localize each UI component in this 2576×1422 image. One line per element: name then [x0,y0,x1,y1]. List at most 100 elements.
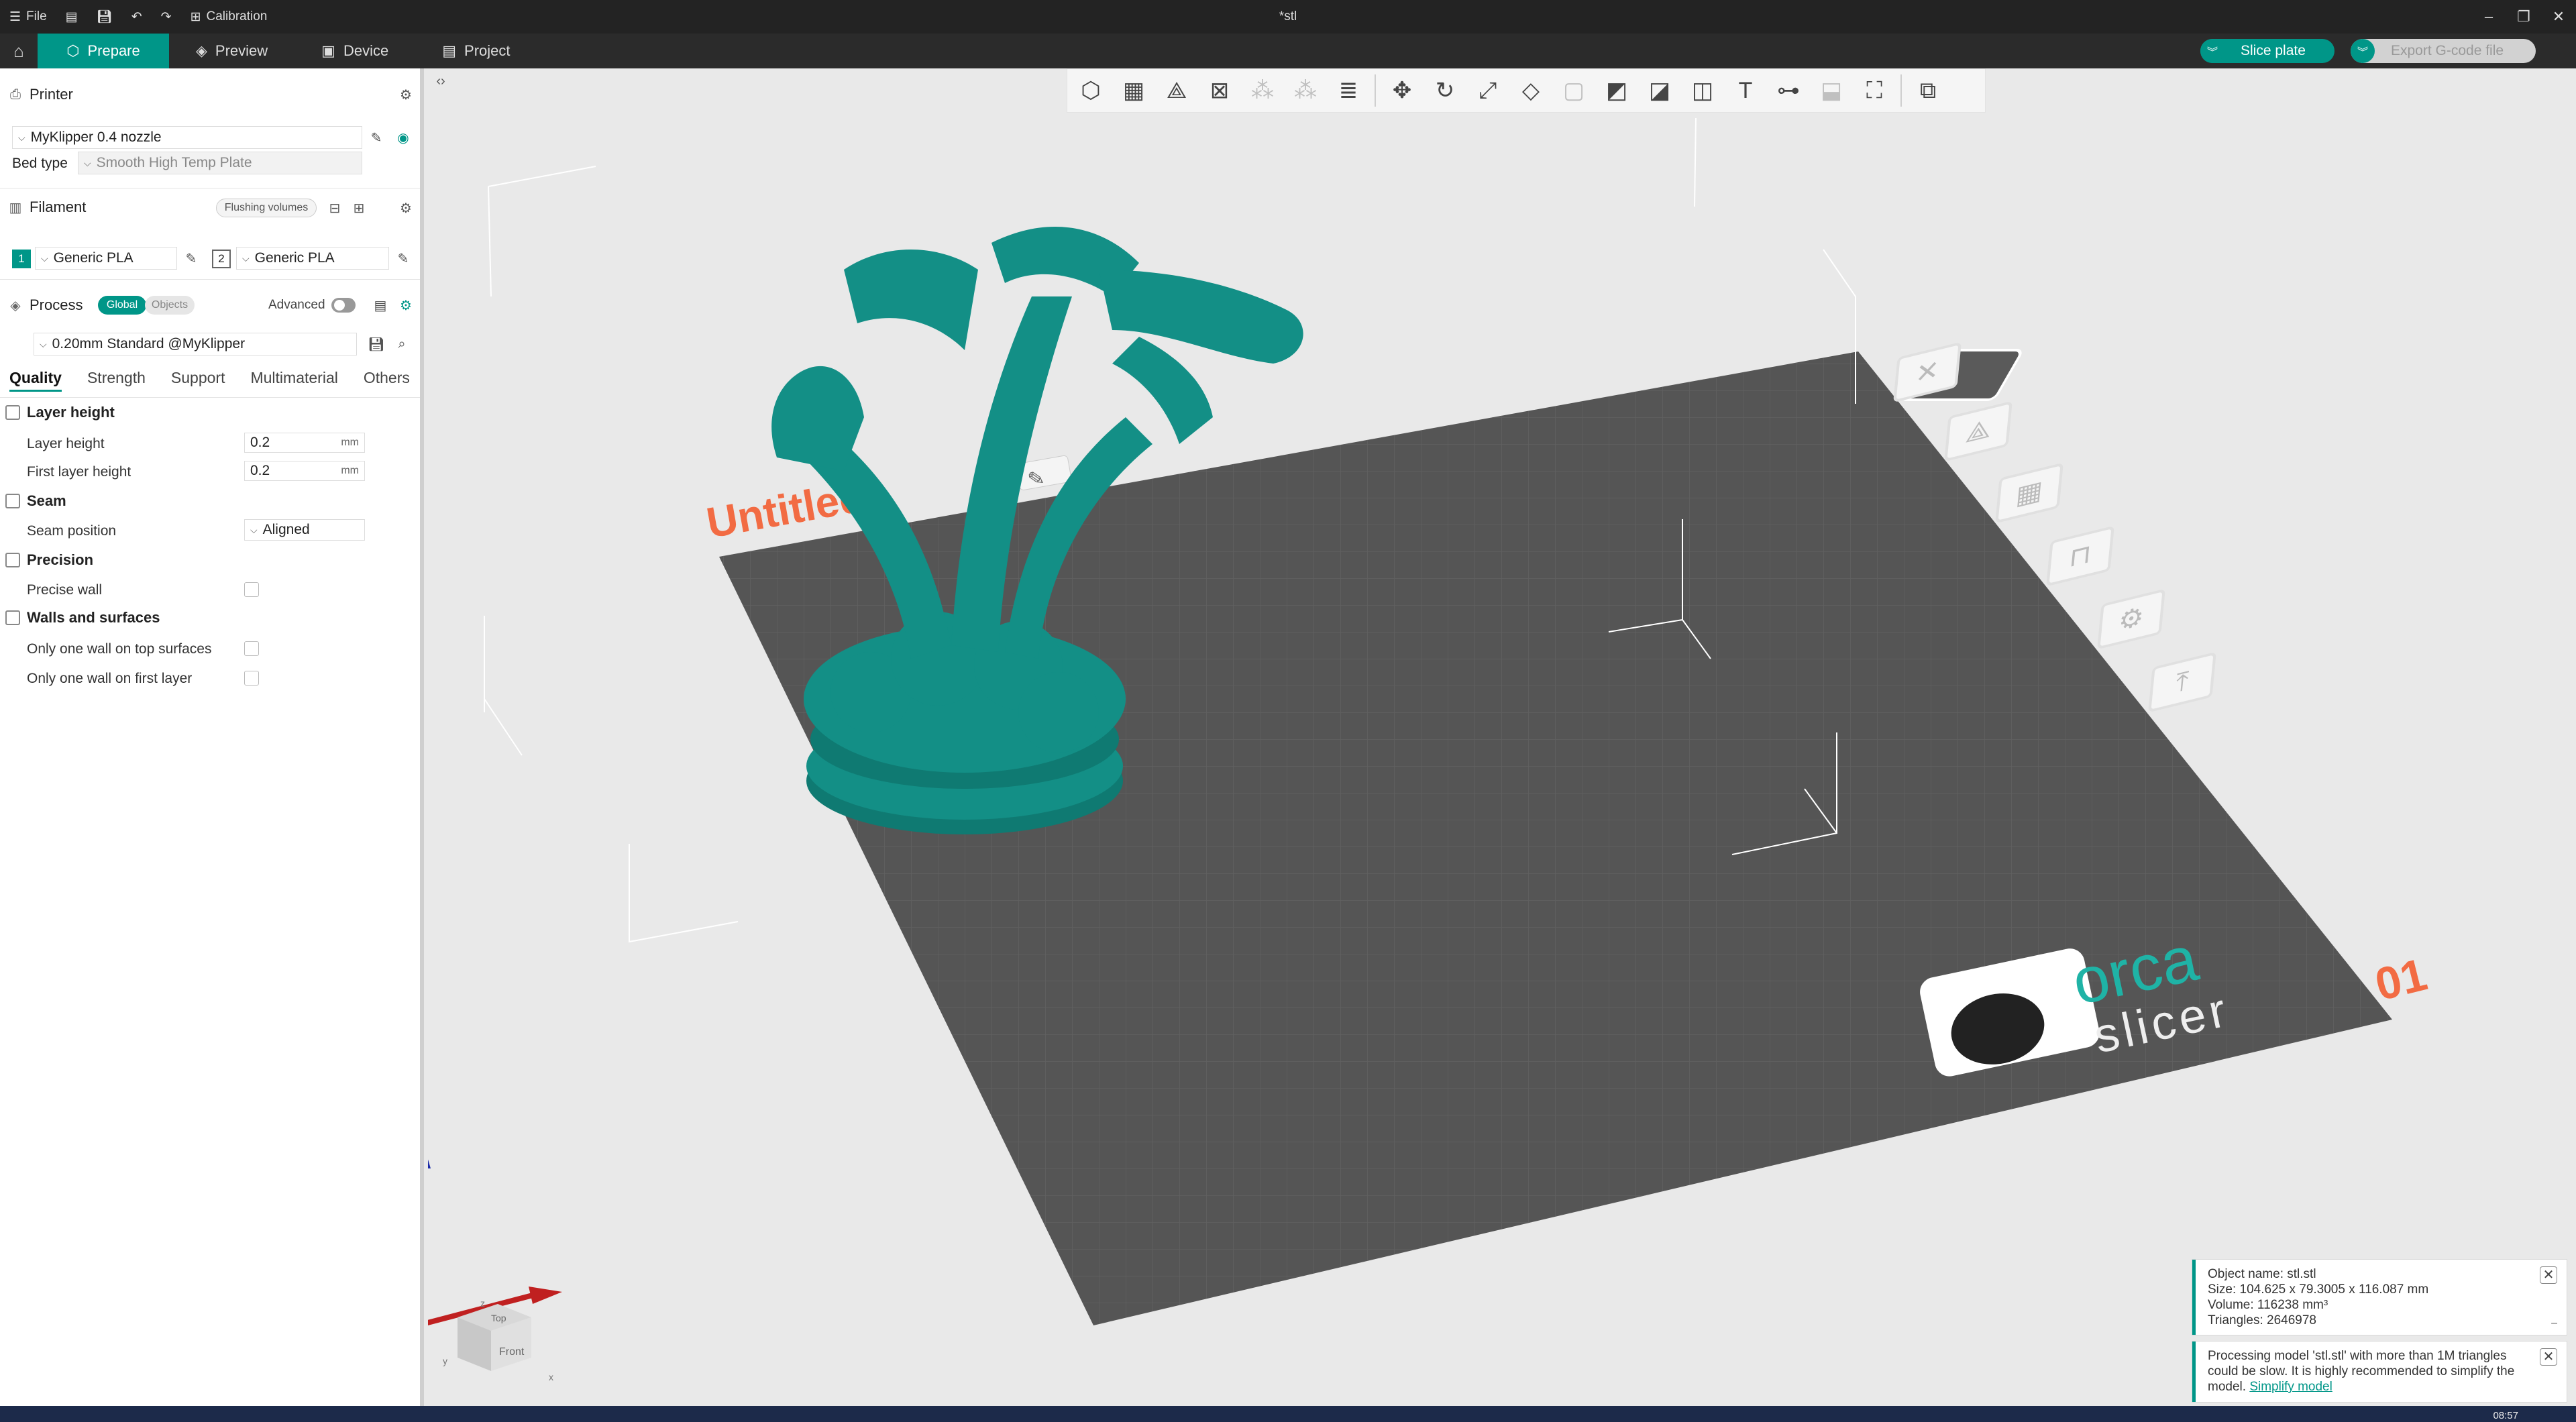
chevron-down-icon: ⌵ [250,524,258,535]
file-menu[interactable]: ☰ File [0,0,56,34]
tab-others[interactable]: Others [364,369,410,392]
restore-button[interactable]: ❐ [2506,0,2541,34]
tab-strength[interactable]: Strength [87,369,146,392]
filament-2-select[interactable]: ⌵ Generic PLA [236,247,389,270]
seam-position-select[interactable]: ⌵ Aligned [244,519,365,541]
export-dropdown-icon[interactable]: ︾ [2351,39,2375,63]
global-toggle[interactable]: Global [98,296,146,315]
export-gcode-button[interactable]: ︾ Export G-code file [2351,39,2536,63]
save-preset-icon[interactable]: 💾︎ [366,334,386,354]
text-icon[interactable]: T [1729,74,1762,107]
layers-editing-icon[interactable]: ≣ [1332,74,1365,107]
filament-1-select[interactable]: ⌵ Generic PLA [35,247,177,270]
axis-y-label: y [443,1356,447,1366]
objects-toggle[interactable]: Objects [145,296,195,315]
unit-label: mm [341,437,359,448]
assemble-view-icon[interactable]: ⧉ [1911,74,1945,107]
tab-project[interactable]: ▤ Project [415,34,537,68]
home-button[interactable]: ⌂ [0,34,38,68]
layer-height-input[interactable]: 0.2 mm [244,433,365,453]
slice-dropdown-icon[interactable]: ︾ [2200,39,2224,63]
filament-slot-1-badge[interactable]: 1 [12,250,31,268]
toggle-knob [334,300,345,311]
compare-icon[interactable]: ▤ [370,295,390,315]
notes-button[interactable]: ▤ [56,0,87,34]
add-filament-icon[interactable]: ⊞ [349,198,369,218]
menu-icon: ☰ [9,9,21,24]
close-window-button[interactable]: ✕ [2541,0,2576,34]
view-cube-front[interactable]: Front [499,1346,525,1358]
cut-icon[interactable]: ▢ [1557,74,1591,107]
undo-button[interactable]: ↶ [122,0,152,34]
window-title: *stl [1279,9,1297,23]
first-layer-height-input[interactable]: 0.2 mm [244,461,365,481]
view-cube-top[interactable]: Top [491,1313,506,1323]
assembly-icon[interactable]: ⬓ [1815,74,1848,107]
tab-device[interactable]: ▣ Device [294,34,415,68]
tab-multimaterial[interactable]: Multimaterial [250,369,337,392]
process-preset-select[interactable]: ⌵ 0.20mm Standard @MyKlipper [34,333,357,356]
printer-icon: ⎙ [10,87,21,102]
edit-filament-1-icon[interactable]: ✎ [181,248,201,268]
tab-prepare[interactable]: ⬡ Prepare [38,34,169,68]
close-notification-icon[interactable]: ✕ [2540,1266,2557,1284]
add-object-icon[interactable]: ⬡ [1074,74,1108,107]
flushing-volumes-button[interactable]: Flushing volumes [216,199,317,217]
tab-support[interactable]: Support [171,369,225,392]
calibration-menu[interactable]: ⊞ Calibration [181,0,277,34]
printer-select[interactable]: ⌵ MyKlipper 0.4 nozzle [12,126,362,149]
simplify-model-link[interactable]: Simplify model [2249,1380,2332,1394]
fuzzy-skin-icon[interactable]: ◫ [1686,74,1719,107]
measure-icon[interactable]: ⊶ [1772,74,1805,107]
minimize-button[interactable]: – [2471,0,2506,34]
support-paint-icon[interactable]: ◩ [1600,74,1633,107]
add-plate-icon[interactable]: ▦ [1117,74,1150,107]
search-icon[interactable]: ⌕ [392,334,412,354]
precision-icon [5,553,20,567]
redo-button[interactable]: ↷ [152,0,181,34]
scale-icon[interactable]: ⤢ [1471,74,1505,107]
chevron-down-icon: ⌵ [41,252,48,264]
calibration-label: Calibration [206,9,268,23]
lay-on-face-icon[interactable]: ◇ [1514,74,1548,107]
divider [0,279,420,280]
fit-view-icon[interactable]: ⛶ [1858,74,1891,107]
filament-settings-icon[interactable]: ⚙ [396,198,416,218]
group-walls-label: Walls and surfaces [27,609,160,626]
save-button[interactable]: 💾︎ [87,0,122,34]
one-wall-first-checkbox[interactable] [244,671,259,686]
edit-filament-2-icon[interactable]: ✎ [393,248,413,268]
arrange-icon[interactable]: ⊠ [1203,74,1236,107]
slice-plate-button[interactable]: ︾ Slice plate [2200,39,2334,63]
undo-icon: ↶ [131,9,142,24]
filament-slot-2-badge[interactable]: 2 [212,250,231,268]
rotate-icon[interactable]: ↻ [1428,74,1462,107]
split-objects-icon[interactable]: ⁂ [1246,74,1279,107]
cube-icon: ⬡ [66,42,80,59]
process-settings-icon[interactable]: ⚙ [396,295,416,315]
seam-paint-icon[interactable]: ◪ [1643,74,1676,107]
one-wall-top-checkbox[interactable] [244,641,259,656]
auto-orient-icon[interactable]: ⟁ [1160,74,1193,107]
printer-settings-icon[interactable]: ⚙ [396,85,416,105]
precise-wall-checkbox[interactable] [244,582,259,597]
object-size-line: Size: 104.625 x 79.3005 x 116.087 mm [2208,1282,2429,1297]
close-notification-icon[interactable]: ✕ [2540,1348,2557,1366]
chevron-down-icon: ⌵ [84,157,91,168]
seam-icon [5,494,20,508]
wifi-icon[interactable]: ◉ [393,127,413,148]
edit-printer-icon[interactable]: ✎ [366,127,386,148]
process-icon: ◈ [10,298,21,313]
chevron-down-icon: ⌵ [18,131,25,143]
remove-filament-icon[interactable]: ⊟ [325,198,345,218]
advanced-toggle[interactable] [331,298,356,313]
tab-preview[interactable]: ◈ Preview [169,34,294,68]
move-icon[interactable]: ✥ [1385,74,1419,107]
3d-viewport[interactable]: Untitled ✎ 01 orca slicer [428,68,2576,1406]
tab-quality[interactable]: Quality [9,369,62,392]
canvas-toolbar: ⬡ ▦ ⟁ ⊠ ⁂ ⁂ ≣ ✥ ↻ ⤢ ◇ ▢ ◩ ◪ ◫ T ⊶ ⬓ ⛶ ⧉ [1067,68,1986,113]
bed-type-select[interactable]: ⌵ Smooth High Temp Plate [78,152,362,174]
view-cube[interactable]: Top Front x y z [437,1291,558,1398]
split-parts-icon[interactable]: ⁂ [1289,74,1322,107]
minimize-notification-icon[interactable]: – [2551,1315,2557,1331]
